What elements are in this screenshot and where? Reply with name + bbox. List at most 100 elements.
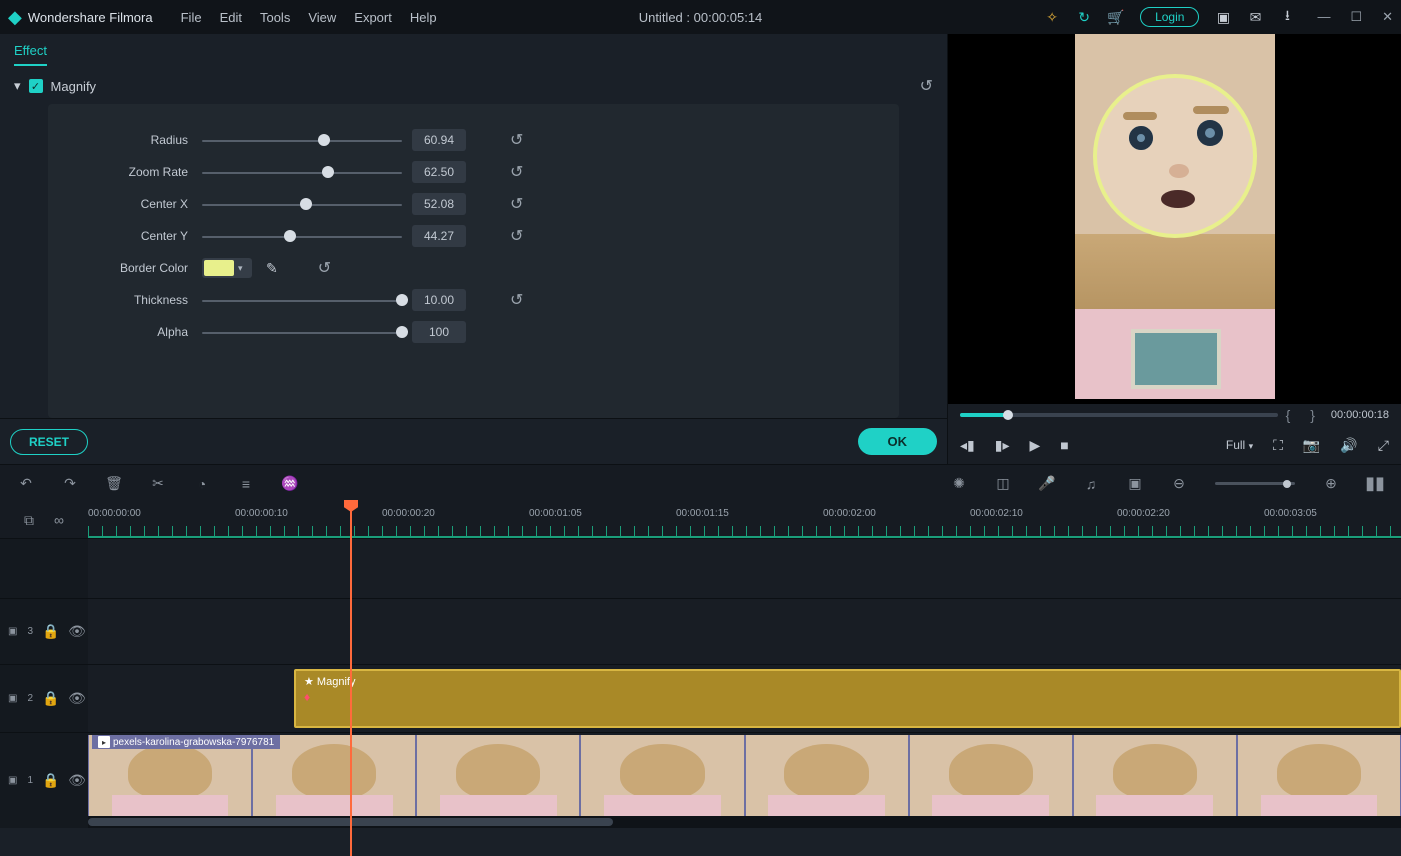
ok-button[interactable]: OK [858, 428, 938, 455]
alpha-slider[interactable] [202, 322, 402, 342]
bordercolor-reset-icon[interactable]: ↺ [318, 258, 338, 278]
display-icon[interactable]: ⛶ [1273, 437, 1283, 454]
zoom-value[interactable]: 62.50 [412, 161, 466, 183]
centerx-slider[interactable] [202, 194, 402, 214]
menu-export[interactable]: Export [354, 10, 392, 25]
maximize-icon[interactable]: ☐ [1350, 9, 1362, 25]
snapshot-icon[interactable]: 📷 [1303, 437, 1320, 454]
effect-clip[interactable]: ★ Magnify ♦ [294, 669, 1401, 728]
title-bar: ◆ Wondershare Filmora File Edit Tools Vi… [0, 0, 1401, 34]
zoom-slider[interactable] [1215, 482, 1295, 485]
mail-icon[interactable]: ✉ [1247, 9, 1263, 25]
track-2[interactable]: ▣2 🔒 👁 ★ Magnify ♦ [0, 664, 1401, 732]
ruler-tick: 00:00:00:00 [88, 508, 141, 519]
centery-reset-icon[interactable]: ↺ [510, 226, 530, 246]
tab-effect[interactable]: Effect [14, 37, 47, 66]
adjust-icon[interactable]: ≡ [238, 476, 254, 492]
fit-icon[interactable]: ▣ [1127, 476, 1143, 492]
speed-icon[interactable]: ◔ [194, 476, 210, 492]
reset-all-icon[interactable]: ↺ [920, 76, 933, 96]
track-1[interactable]: ▣1 🔒 👁 pexels-karolina-grabowska-7976781 [0, 732, 1401, 828]
play-icon[interactable]: ▶ [1029, 437, 1040, 454]
menu-bar: File Edit Tools View Export Help [181, 10, 437, 25]
chevron-down-icon: ▾ [238, 263, 243, 274]
eye-icon[interactable]: 👁 [69, 691, 85, 707]
time-ruler[interactable]: 00:00:00:00 00:00:00:10 00:00:00:20 00:0… [88, 502, 1401, 538]
delete-icon[interactable]: 🗑 [106, 476, 122, 492]
stop-icon[interactable]: ■ [1060, 437, 1068, 453]
menu-view[interactable]: View [308, 10, 336, 25]
lightbulb-icon[interactable]: ✧ [1044, 9, 1060, 25]
zoom-reset-icon[interactable]: ↺ [510, 162, 530, 182]
thickness-reset-icon[interactable]: ↺ [510, 290, 530, 310]
split-icon[interactable]: ✂ [150, 476, 166, 492]
track-3[interactable]: ▣3 🔒 👁 [0, 598, 1401, 664]
reset-button[interactable]: RESET [10, 429, 88, 455]
centerx-reset-icon[interactable]: ↺ [510, 194, 530, 214]
eye-icon[interactable]: 👁 [69, 624, 85, 640]
app-logo-icon: ◆ [8, 7, 22, 28]
quality-dropdown[interactable]: Full ▾ [1226, 438, 1253, 452]
menu-file[interactable]: File [181, 10, 202, 25]
seek-bar[interactable] [960, 413, 1278, 417]
fullscreen-icon[interactable]: ⤢ [1378, 437, 1389, 454]
minimize-icon[interactable]: — [1317, 9, 1330, 25]
save-icon[interactable]: ▣ [1215, 9, 1231, 25]
close-icon[interactable]: ✕ [1382, 9, 1393, 25]
music-icon[interactable]: ♫ [1083, 476, 1099, 492]
collapse-icon[interactable]: ▾ [14, 78, 21, 94]
centery-slider[interactable] [202, 226, 402, 246]
thickness-value[interactable]: 10.00 [412, 289, 466, 311]
voice-icon[interactable]: 🎤 [1039, 476, 1055, 492]
menu-edit[interactable]: Edit [220, 10, 242, 25]
effect-enable-checkbox[interactable]: ✓ [29, 79, 43, 93]
lock-icon[interactable]: 🔒 [43, 624, 59, 640]
eyedropper-icon[interactable]: ✎ [266, 260, 278, 277]
ruler-row: ⧉ ∞ 00:00:00:00 00:00:00:10 00:00:00:20 … [0, 502, 1401, 538]
refresh-icon[interactable]: ↻ [1076, 9, 1092, 25]
tracks-area: ▣3 🔒 👁 ▣2 🔒 👁 ★ Magnify ♦ ▣1 🔒 👁 pexels-… [0, 538, 1401, 828]
lock-icon[interactable]: 🔒 [43, 691, 59, 707]
zoom-out-icon[interactable]: ⊖ [1171, 476, 1187, 492]
prev-frame-icon[interactable]: ◂▮ [960, 437, 975, 454]
zoom-slider[interactable] [202, 162, 402, 182]
radius-label: Radius [78, 133, 188, 147]
centery-value[interactable]: 44.27 [412, 225, 466, 247]
color-dropdown[interactable]: ▾ [202, 258, 252, 278]
lock-icon[interactable]: 🔒 [43, 773, 59, 789]
cart-icon[interactable]: 🛒 [1108, 9, 1124, 25]
effect-name: Magnify [51, 79, 97, 94]
video-clip[interactable]: pexels-karolina-grabowska-7976781 [88, 735, 1401, 826]
preview-time: 00:00:00:18 [1331, 409, 1389, 421]
timeline-scrollbar[interactable] [88, 816, 1401, 828]
radius-value[interactable]: 60.94 [412, 129, 466, 151]
spacer-track [0, 538, 1401, 598]
thickness-slider[interactable] [202, 290, 402, 310]
gem-icon: ♦ [304, 690, 1391, 704]
playhead[interactable] [350, 502, 352, 856]
audio-wave-icon[interactable]: ♒ [282, 476, 298, 492]
render-icon[interactable]: ✺ [951, 476, 967, 492]
link-icon[interactable]: ∞ [51, 512, 67, 528]
radius-reset-icon[interactable]: ↺ [510, 130, 530, 150]
volume-icon[interactable]: 🔊 [1340, 437, 1357, 454]
eye-icon[interactable]: 👁 [69, 773, 85, 789]
ruler-tick: 00:00:03:05 [1264, 508, 1317, 519]
track-layout-icon[interactable]: ▮▮ [1367, 476, 1383, 492]
marker-icon[interactable]: ◫ [995, 476, 1011, 492]
undo-icon[interactable]: ↶ [18, 476, 34, 492]
download-icon[interactable]: ⭳ [1279, 9, 1295, 25]
centerx-value[interactable]: 52.08 [412, 193, 466, 215]
menu-tools[interactable]: Tools [260, 10, 290, 25]
radius-slider[interactable] [202, 130, 402, 150]
centerx-label: Center X [78, 197, 188, 211]
next-frame-icon[interactable]: ▮▸ [995, 437, 1010, 454]
login-button[interactable]: Login [1140, 7, 1199, 27]
redo-icon[interactable]: ↷ [62, 476, 78, 492]
mark-in-out-icon[interactable]: { } [1286, 407, 1323, 423]
zoom-in-icon[interactable]: ⊕ [1323, 476, 1339, 492]
menu-help[interactable]: Help [410, 10, 437, 25]
alpha-value[interactable]: 100 [412, 321, 466, 343]
preview-canvas[interactable] [948, 34, 1401, 404]
manage-tracks-icon[interactable]: ⧉ [21, 512, 37, 528]
